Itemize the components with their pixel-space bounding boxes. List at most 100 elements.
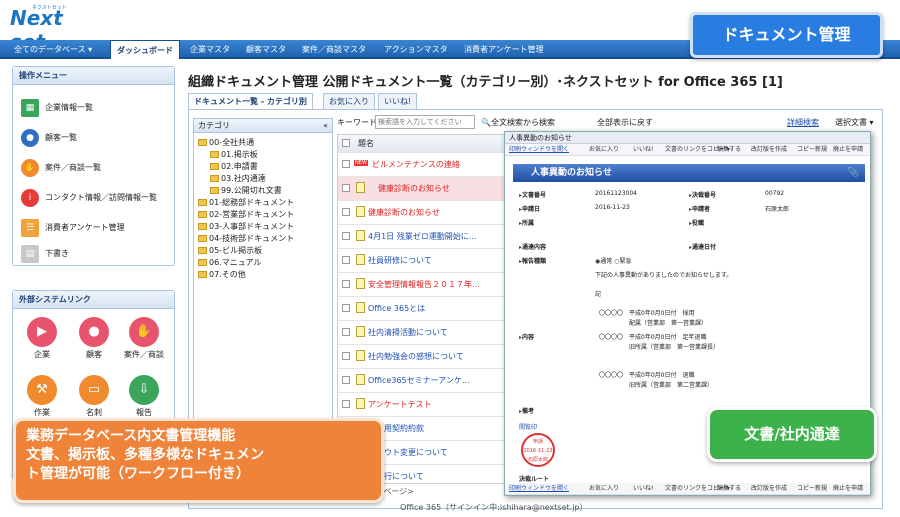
folder-icon <box>198 259 207 266</box>
tree-node[interactable]: 01.掲示板 <box>210 149 258 160</box>
like-button[interactable]: いいね! <box>633 144 653 156</box>
tree-node[interactable]: 04-技術部ドキュメント <box>198 233 294 244</box>
nav-consumer-survey[interactable]: 消費者アンケート管理 <box>458 40 550 59</box>
advanced-search-link[interactable]: 詳細検索 <box>787 117 819 128</box>
row-checkbox[interactable] <box>342 208 350 216</box>
approval-stamp: 申請 2016-11-23 石原太郎 <box>521 433 555 467</box>
row-checkbox[interactable] <box>342 184 350 192</box>
list-header: 題名 <box>338 135 506 153</box>
copy-new-button[interactable]: コピー新規 <box>797 144 827 156</box>
row-checkbox[interactable] <box>342 400 350 408</box>
field-label: 申請日 <box>519 204 540 213</box>
document-icon <box>356 278 365 289</box>
circular-badge: 文書/社内通達 <box>707 407 877 462</box>
select-all-checkbox[interactable] <box>342 139 350 147</box>
row-checkbox[interactable] <box>342 232 350 240</box>
ext-link-work[interactable]: ⚒ 作業 <box>19 375 65 421</box>
row-checkbox[interactable] <box>342 352 350 360</box>
create-revision-button[interactable]: 改訂版を作成 <box>751 483 787 495</box>
show-all-button[interactable]: 全部表示に戻す <box>597 117 653 128</box>
table-row[interactable]: 健康診断のお知らせ <box>338 177 506 201</box>
nav-all-databases[interactable]: 全てのデータベース ▾ <box>8 40 98 59</box>
tree-node[interactable]: 05-ビル掲示板 <box>198 245 262 256</box>
nav-customer-master[interactable]: 顧客マスタ <box>240 40 292 59</box>
download-icon: ⇩ <box>129 375 159 405</box>
tree-node[interactable]: 03.社内通達 <box>210 173 266 184</box>
body-line: 下記の人事異動がありましたのでお知らせします。 <box>595 272 733 279</box>
nav-deal-master[interactable]: 案件／商談マスタ <box>296 40 372 59</box>
table-row[interactable]: 4月1日 残業ゼロ運動開始に... <box>338 225 506 249</box>
edit-button[interactable]: 編集する <box>717 483 741 495</box>
request-abolish-button[interactable]: 廃止を申請 <box>833 144 863 156</box>
table-row[interactable]: 安全管理情報報告２０１７年... <box>338 273 506 297</box>
tab-doc-list-by-category[interactable]: ドキュメント一覧 - カテゴリ別 <box>188 93 313 109</box>
edit-button[interactable]: 編集する <box>717 144 741 156</box>
tree-node[interactable]: 02.申請書 <box>210 161 258 172</box>
nav-action-master[interactable]: アクションマスタ <box>378 40 454 59</box>
row-checkbox[interactable] <box>342 304 350 312</box>
category-header: カテゴリ « <box>194 119 332 133</box>
table-row[interactable]: 社員研修について <box>338 249 506 273</box>
collapse-icon[interactable]: « <box>323 119 328 133</box>
row-checkbox[interactable] <box>342 256 350 264</box>
table-row[interactable]: アンケートテスト <box>338 393 506 417</box>
person-icon: ● <box>21 129 39 147</box>
table-row[interactable]: 社内勉強会の感想について <box>338 345 506 369</box>
feature-callout: 業務データベース内文書管理機能 文書、掲示板、多種多様なドキュメン ト管理が可能… <box>13 418 384 503</box>
logo[interactable]: ネクストセット Next set <box>10 4 92 54</box>
favorite-button[interactable]: お気に入り <box>589 483 619 495</box>
tab-likes[interactable]: いいね! <box>378 93 418 109</box>
doc-toolbar-bottom: 印刷ウィンドウを開く お気に入り いいね! 文書のリンクをコピー ▾ 編集する … <box>505 483 870 495</box>
body-line: 〇〇〇〇 平成0年0月0日付 定年退職 <box>599 334 707 341</box>
search-icon: 🔍 <box>481 118 491 127</box>
tree-node[interactable]: 06.マニュアル <box>198 257 261 268</box>
ext-link-report[interactable]: ⇩ 報告 <box>121 375 167 421</box>
ext-link-customer[interactable]: ● 顧客 <box>71 317 117 363</box>
paperclip-icon[interactable]: 📎 <box>848 164 859 182</box>
ext-link-card[interactable]: ▭ 名刺 <box>71 375 117 421</box>
person-icon: ● <box>79 317 109 347</box>
favorite-button[interactable]: お気に入り <box>589 144 619 156</box>
table-row[interactable]: Office 365とは <box>338 297 506 321</box>
document-icon <box>356 254 365 265</box>
row-checkbox[interactable] <box>342 280 350 288</box>
table-row[interactable]: 社内清掃活動について <box>338 321 506 345</box>
tree-node[interactable]: 00-全社共通 <box>198 137 254 148</box>
folder-icon <box>198 247 207 254</box>
tree-node[interactable]: 01-総務部ドキュメント <box>198 197 294 208</box>
open-print-window-link[interactable]: 印刷ウィンドウを開く <box>509 144 569 156</box>
tree-node[interactable]: 99.公開切れ文書 <box>210 185 282 196</box>
ext-link-deal[interactable]: ✋ 案件／商談 <box>121 317 167 363</box>
folder-icon <box>198 139 207 146</box>
body-line: 〇〇〇〇 平成0年0月0日付 退職 <box>599 372 695 379</box>
selected-docs-menu[interactable]: 選択文書 ▾ <box>835 117 874 128</box>
field-label: 役職 <box>689 218 704 227</box>
ext-link-company[interactable]: ▶ 企業 <box>19 317 65 363</box>
open-print-window-link[interactable]: 印刷ウィンドウを開く <box>509 483 569 495</box>
field-label: 所属 <box>519 218 534 227</box>
field-label: 文書番号 <box>519 190 546 199</box>
row-checkbox[interactable] <box>342 376 350 384</box>
nav-company-master[interactable]: 企業マスタ <box>184 40 236 59</box>
row-checkbox[interactable] <box>342 160 350 168</box>
callout-line: 業務データベース内文書管理機能 <box>26 428 236 444</box>
document-icon <box>356 182 365 193</box>
fulltext-search-button[interactable]: 🔍全文検索から検索 <box>481 117 555 128</box>
keyword-input[interactable] <box>375 115 475 129</box>
table-row[interactable]: Office365セミナーアンケ... <box>338 369 506 393</box>
table-row[interactable]: 健康診断のお知らせ <box>338 201 506 225</box>
folder-icon <box>198 211 207 218</box>
report-type-radios[interactable]: ◉通常 ○緊急 <box>595 256 631 265</box>
like-button[interactable]: いいね! <box>633 483 653 495</box>
tab-favorites[interactable]: お気に入り <box>323 93 375 109</box>
tree-node[interactable]: 02-営業部ドキュメント <box>198 209 294 220</box>
nav-dashboard[interactable]: ダッシュボード <box>110 40 180 59</box>
table-row[interactable]: NEW ビルメンテナンスの連絡 <box>338 153 506 177</box>
tree-node[interactable]: 03-人事部ドキュメント <box>198 221 294 232</box>
create-revision-button[interactable]: 改訂版を作成 <box>751 144 787 156</box>
request-abolish-button[interactable]: 廃止を申請 <box>833 483 863 495</box>
tree-node[interactable]: 07.その他 <box>198 269 246 280</box>
document-icon <box>356 230 365 241</box>
copy-new-button[interactable]: コピー新規 <box>797 483 827 495</box>
row-checkbox[interactable] <box>342 328 350 336</box>
